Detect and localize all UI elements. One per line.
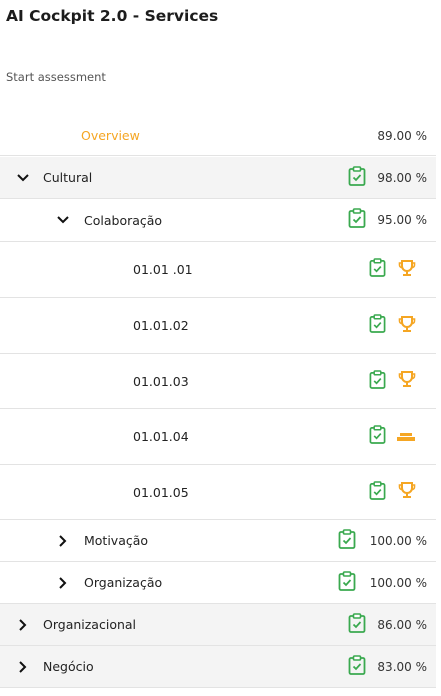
clipboard-check-icon (369, 425, 386, 448)
tree-item-row[interactable]: 01.01.04 (0, 409, 436, 465)
clipboard-check-icon (348, 612, 366, 637)
tree-row-percent: 98.00 % (377, 170, 427, 185)
tree-row-percent: 83.00 % (377, 659, 427, 674)
tree-item-label: 01.01 .01 (133, 262, 193, 277)
tree-item-label: 01.01.02 (133, 318, 189, 333)
clipboard-check-icon (348, 165, 366, 190)
tree-row-percent: 86.00 % (377, 617, 427, 632)
bar-icon (396, 427, 416, 446)
trophy-icon (398, 259, 416, 281)
chevron-right-icon[interactable] (15, 617, 31, 633)
tree-row-percent: 100.00 % (369, 533, 427, 548)
start-assessment-link[interactable]: Start assessment (6, 70, 106, 84)
tree-item-row[interactable]: 01.01 .01 (0, 242, 436, 298)
tree-row-organizacional[interactable]: Organizacional 86.00 % (0, 604, 436, 646)
clipboard-check-icon (348, 654, 366, 679)
tree-row-label: Negócio (43, 659, 94, 674)
overview-row[interactable]: Overview 89.00 % (0, 116, 436, 156)
tree-item-label: 01.01.04 (133, 429, 189, 444)
tree-row-percent: 100.00 % (369, 575, 427, 590)
tree-row-label: Organização (84, 575, 163, 590)
tree-item-row[interactable]: 01.01.03 (0, 354, 436, 409)
tree-row-colaboracao[interactable]: Colaboração 95.00 % (0, 199, 436, 242)
chevron-right-icon[interactable] (55, 575, 71, 591)
trophy-icon (398, 315, 416, 337)
clipboard-check-icon (369, 314, 386, 337)
trophy-icon (398, 370, 416, 392)
clipboard-check-icon (369, 258, 386, 281)
clipboard-check-icon (369, 369, 386, 393)
overview-percent: 89.00 % (377, 128, 427, 143)
tree-item-label: 01.01.03 (133, 373, 189, 389)
chevron-right-icon[interactable] (15, 659, 31, 675)
tree-row-label: Cultural (43, 170, 93, 185)
tree-row-label: Colaboração (84, 212, 163, 228)
chevron-down-icon[interactable] (55, 212, 71, 228)
chevron-down-icon[interactable] (15, 170, 31, 186)
tree-row-negocio[interactable]: Negócio 83.00 % (0, 646, 436, 688)
tree-row-cultural[interactable]: Cultural 98.00 % (0, 157, 436, 199)
clipboard-check-icon (369, 480, 386, 504)
tree-row-organizacao[interactable]: Organização 100.00 % (0, 562, 436, 604)
clipboard-check-icon (338, 528, 356, 553)
page-title: AI Cockpit 2.0 - Services (6, 7, 219, 25)
tree-row-label: Motivação (84, 533, 149, 548)
tree-item-row[interactable]: 01.01.02 (0, 298, 436, 354)
trophy-icon (398, 481, 416, 503)
tree-row-label: Organizacional (43, 617, 137, 632)
clipboard-check-icon (338, 570, 356, 595)
tree-item-label: 01.01.05 (133, 484, 189, 500)
tree-item-row[interactable]: 01.01.05 (0, 465, 436, 520)
overview-label[interactable]: Overview (81, 128, 140, 143)
tree-row-percent: 95.00 % (377, 213, 427, 227)
tree-row-motivacao[interactable]: Motivação 100.00 % (0, 520, 436, 562)
chevron-right-icon[interactable] (55, 533, 71, 549)
clipboard-check-icon (348, 208, 366, 232)
